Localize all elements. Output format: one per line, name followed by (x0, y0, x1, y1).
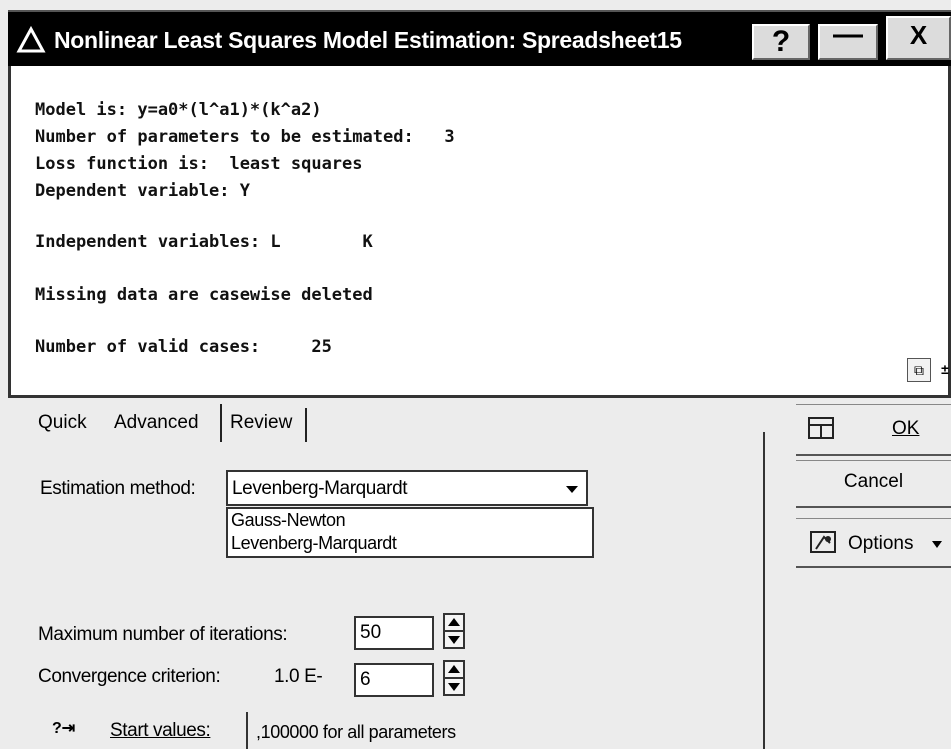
tab-quick[interactable]: Quick (38, 412, 87, 434)
copy-icon[interactable]: ⧉ (907, 358, 931, 382)
close-button[interactable]: X (886, 16, 951, 60)
tab-divider (305, 408, 307, 442)
max-iterations-input[interactable]: 50 (354, 616, 434, 650)
spin-down-icon[interactable] (448, 683, 460, 691)
ok-button[interactable]: OK (796, 404, 951, 456)
expand-icon[interactable]: ± (933, 358, 951, 382)
help-button[interactable]: ? (752, 24, 810, 60)
options-label: Options (848, 533, 914, 554)
options-dropdown-icon (932, 541, 942, 548)
start-values-text: ,100000 for all parameters (256, 722, 456, 742)
valid-cases-line: Number of valid cases: 25 (35, 337, 332, 357)
ok-icon (808, 417, 834, 439)
convergence-prefix: 1.0 E- (274, 666, 323, 687)
window-title: Nonlinear Least Squares Model Estimation… (54, 27, 682, 53)
options-button[interactable]: Options (796, 518, 951, 568)
parameters-line: Number of parameters to be estimated: 3 (35, 127, 455, 147)
option-gauss-newton[interactable]: Gauss-Newton (228, 509, 592, 532)
loss-function-line: Loss function is: least squares (35, 154, 363, 174)
ok-label: OK (892, 418, 920, 439)
max-iterations-label: Maximum number of iterations: (38, 624, 288, 645)
dependent-variable-line: Dependent variable: Y (35, 181, 250, 201)
option-levenberg-marquardt[interactable]: Levenberg-Marquardt (228, 532, 592, 555)
estimation-method-dropdown[interactable]: Gauss-Newton Levenberg-Marquardt (226, 507, 594, 558)
results-text-pane[interactable]: Model is: y=a0*(l^a1)*(k^a2) Number of p… (8, 66, 951, 398)
independent-variables-line: Independent variables: L K (35, 232, 373, 252)
convergence-spinner[interactable] (443, 660, 465, 696)
estimation-method-select[interactable]: Levenberg-Marquardt (226, 470, 588, 506)
start-values-icon[interactable]: ?⇥ (52, 718, 75, 738)
spin-up-icon[interactable] (448, 665, 460, 673)
start-values-button[interactable]: Start values: (110, 720, 211, 742)
panel-divider (763, 432, 765, 749)
nonlinear-estimation-dialog: Nonlinear Least Squares Model Estimation… (0, 0, 951, 749)
spin-up-icon[interactable] (448, 618, 460, 626)
tab-advanced[interactable]: Advanced (114, 412, 199, 434)
estimation-method-value: Levenberg-Marquardt (232, 478, 408, 499)
cancel-button[interactable]: Cancel (796, 460, 951, 508)
convergence-input[interactable]: 6 (354, 663, 434, 697)
tab-review[interactable]: Review (230, 412, 292, 434)
convergence-label: Convergence criterion: (38, 666, 221, 687)
app-logo-icon (16, 26, 46, 53)
model-line: Model is: y=a0*(l^a1)*(k^a2) (35, 100, 322, 120)
title-bar[interactable]: Nonlinear Least Squares Model Estimation… (8, 10, 951, 66)
spin-down-icon[interactable] (448, 636, 460, 644)
missing-data-line: Missing data are casewise deleted (35, 285, 373, 305)
options-icon (810, 531, 836, 553)
tab-divider (220, 404, 222, 442)
minimize-button[interactable]: — (818, 20, 878, 60)
estimation-method-label: Estimation method: (40, 478, 196, 499)
dropdown-arrow-icon[interactable] (566, 486, 578, 493)
max-iterations-spinner[interactable] (443, 613, 465, 649)
